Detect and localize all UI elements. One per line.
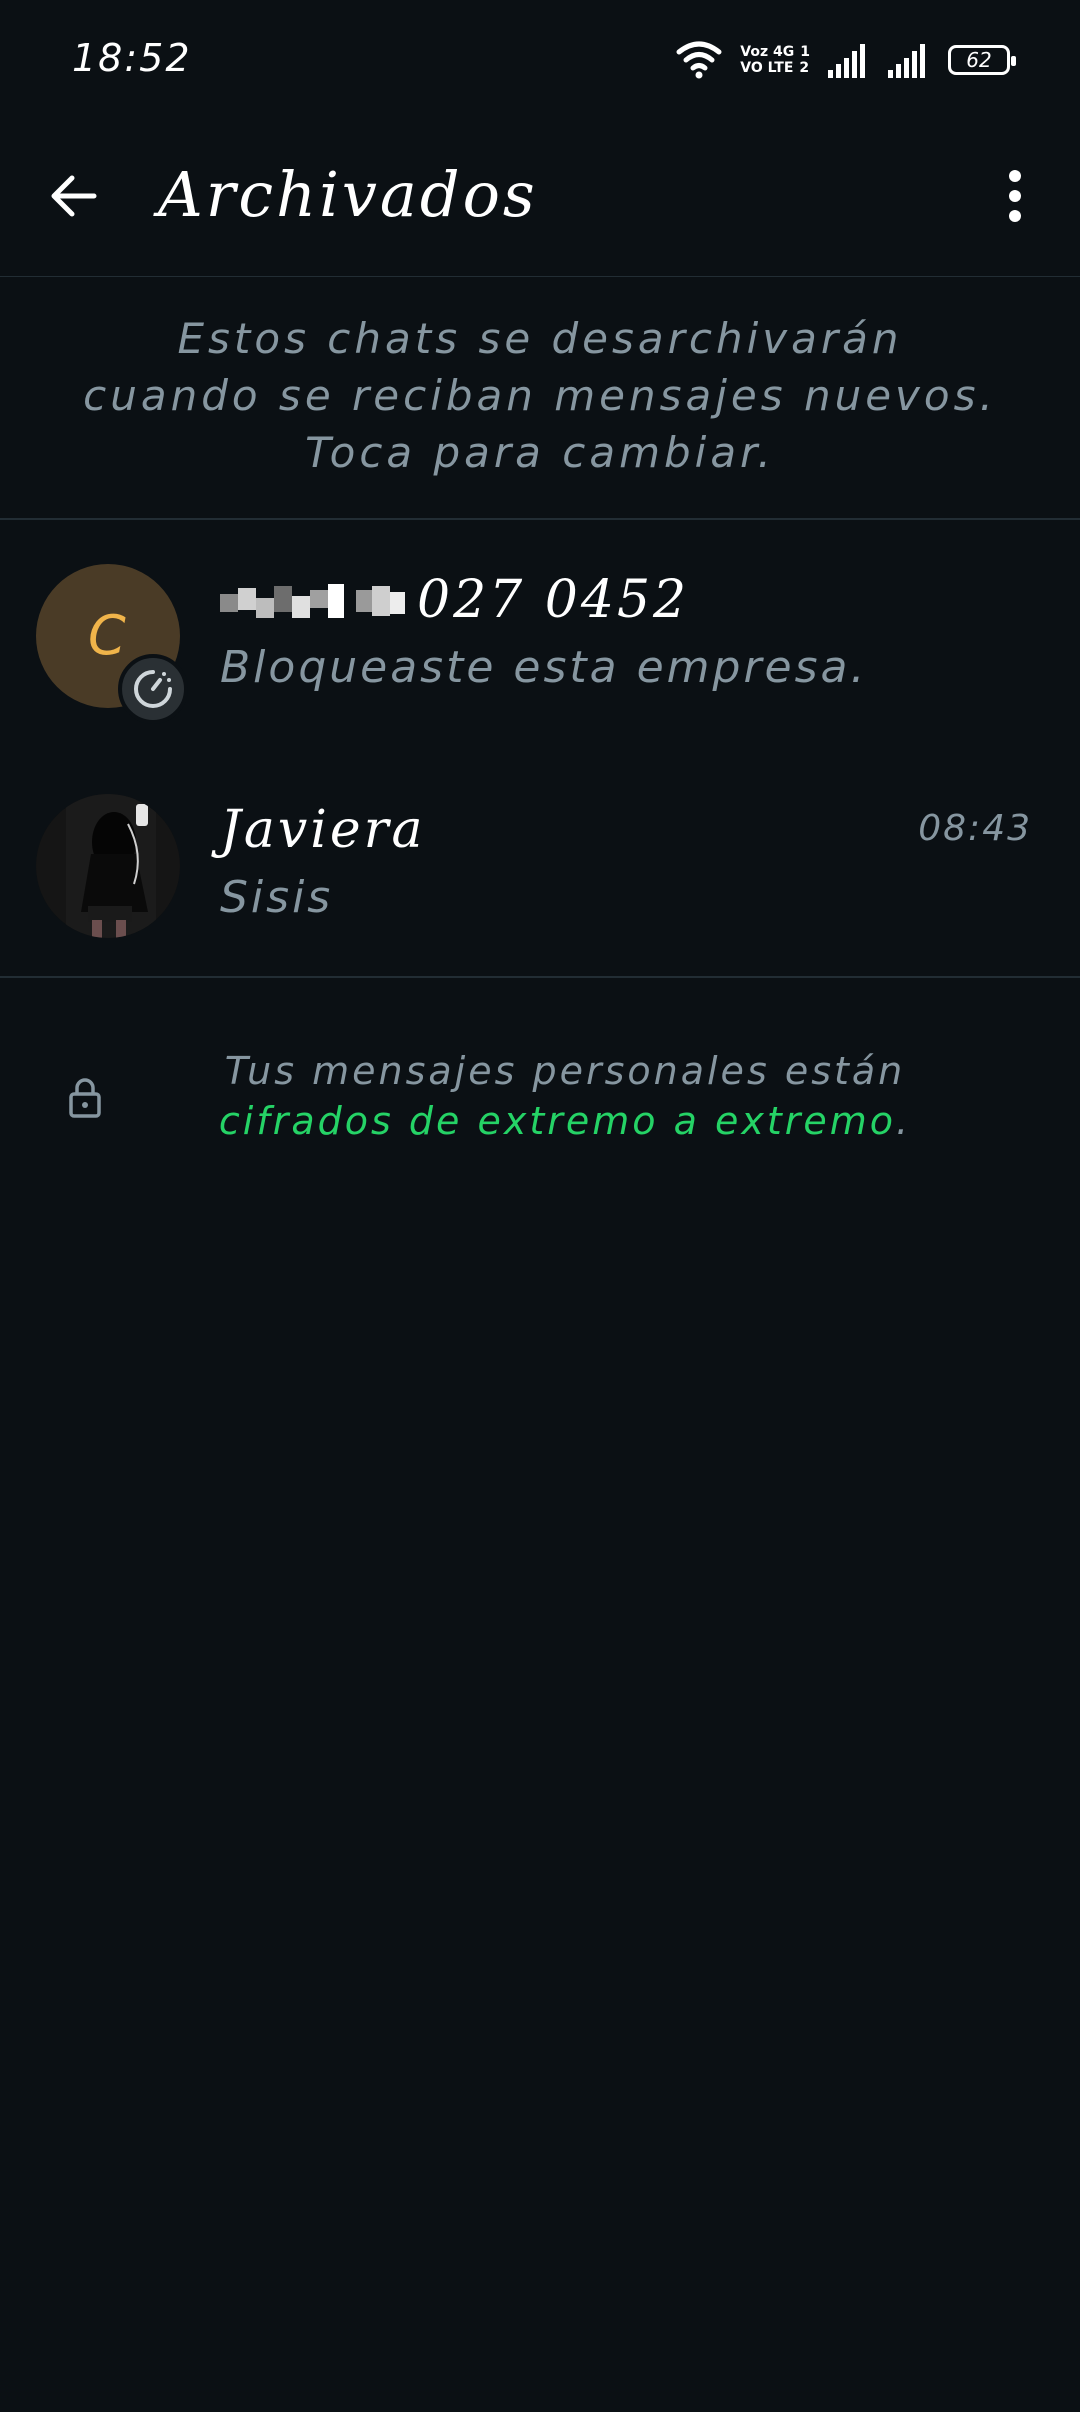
network-type-bottom: VO LTE <box>740 60 794 76</box>
encryption-text-suffix: . <box>895 1099 912 1143</box>
battery-level: 62 <box>966 48 992 72</box>
sim-2-label: 2 <box>799 60 810 76</box>
status-bar: 18:52 Voz 4G 1 VO LTE 2 62 <box>0 0 1080 120</box>
network-labels: Voz 4G 1 VO LTE 2 <box>740 44 810 76</box>
wifi-icon <box>676 41 722 79</box>
avatar-letter: C <box>88 604 126 667</box>
battery-indicator: 62 <box>948 45 1016 75</box>
app-bar: Archivados <box>0 120 1080 277</box>
business-badge-icon <box>118 654 188 724</box>
more-vert-icon[interactable] <box>990 166 1040 226</box>
chat-preview: Sisis <box>220 872 334 923</box>
avatar[interactable]: C <box>36 564 188 724</box>
divider <box>0 976 1080 978</box>
signal-2-icon <box>888 44 925 78</box>
sim-1-label: 1 <box>800 44 810 60</box>
chat-list-item[interactable]: C 027 0452 Bloqueaste esta empresa. <box>0 550 1080 760</box>
profile-photo <box>36 794 180 938</box>
chat-name: Javiera <box>220 800 426 860</box>
arrow-left-icon[interactable] <box>44 166 104 226</box>
network-type-top: Voz 4G <box>740 44 795 60</box>
status-time: 18:52 <box>72 36 192 80</box>
chat-name-text: 027 0452 <box>417 570 690 630</box>
chat-timestamp: 08:43 <box>918 808 1032 849</box>
redacted-number-block <box>220 583 405 618</box>
lock-icon <box>69 1078 101 1118</box>
avatar[interactable] <box>36 794 180 938</box>
signal-1-icon <box>828 44 865 78</box>
encryption-info-link[interactable]: cifrados de extremo a extremo <box>219 1099 896 1143</box>
encryption-text-lead: Tus mensajes personales están <box>224 1049 906 1093</box>
archive-settings-notice[interactable]: Estos chats se desarchivarán cuando se r… <box>80 310 1000 481</box>
timer-icon <box>134 670 172 708</box>
chat-list-item[interactable]: Javiera 08:43 Sisis <box>0 780 1080 990</box>
chat-preview: Bloqueaste esta empresa. <box>220 642 868 693</box>
status-icons: Voz 4G 1 VO LTE 2 62 <box>676 30 1016 90</box>
page-title: Archivados <box>158 158 538 231</box>
divider <box>0 518 1080 520</box>
encryption-notice: Tus mensajes personales están cifrados d… <box>0 1046 1080 1156</box>
encryption-text: Tus mensajes personales están cifrados d… <box>150 1046 980 1146</box>
chat-name: 027 0452 <box>220 570 689 630</box>
